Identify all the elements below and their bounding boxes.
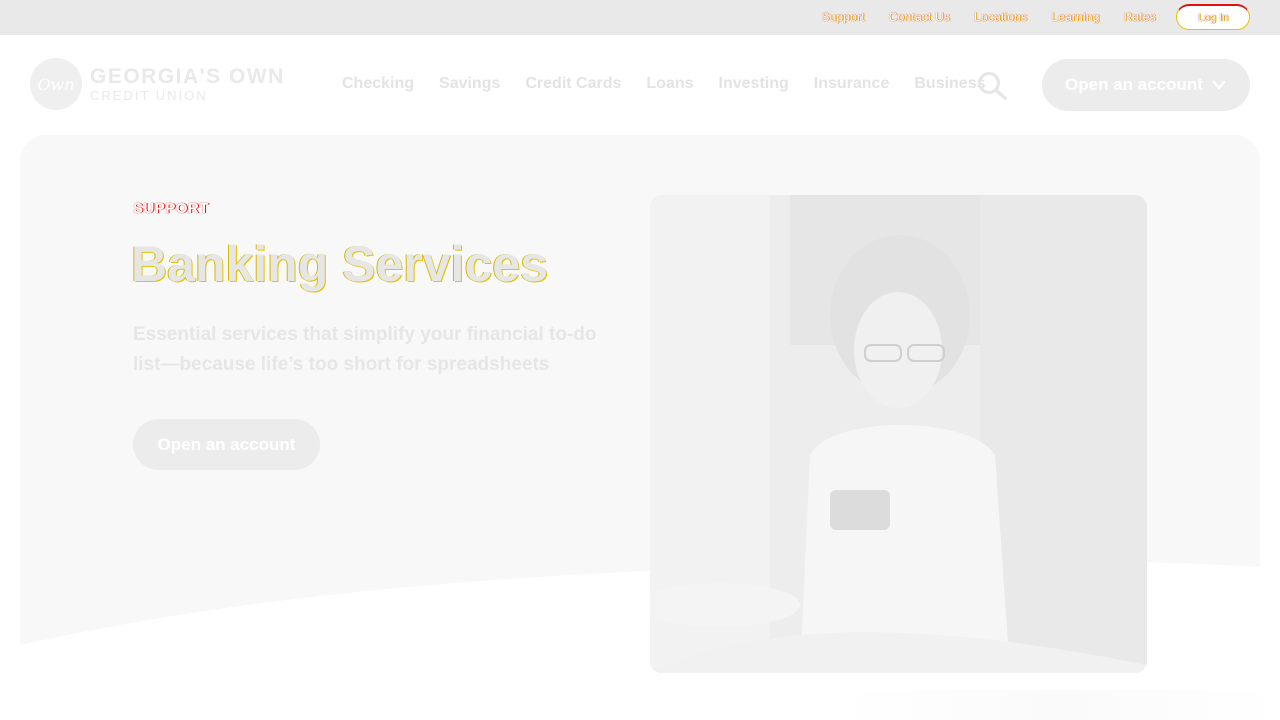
logo-mark: Own bbox=[30, 58, 82, 110]
utility-link-support[interactable]: Support bbox=[821, 10, 864, 24]
chevron-down-icon bbox=[1212, 80, 1226, 90]
logo-text: GEORGIA'S OWN CREDIT UNION bbox=[90, 66, 285, 102]
utility-link-locations[interactable]: Locations bbox=[974, 10, 1027, 24]
open-account-label: Open an account bbox=[1065, 75, 1203, 94]
utility-link-rates[interactable]: Rates bbox=[1124, 10, 1156, 24]
nav-item-savings[interactable]: Savings bbox=[439, 75, 500, 93]
bottom-fade bbox=[840, 690, 1280, 720]
open-account-dropdown-button[interactable]: Open an account bbox=[1042, 59, 1250, 111]
utility-link-learning[interactable]: Learning bbox=[1051, 10, 1099, 24]
utility-bar: Support Contact Us Locations Learning Ra… bbox=[0, 0, 1280, 35]
nav-item-loans[interactable]: Loans bbox=[646, 75, 693, 93]
nav-item-checking[interactable]: Checking bbox=[342, 75, 414, 93]
nav-item-business[interactable]: Business bbox=[914, 75, 985, 93]
logo-name: GEORGIA'S OWN bbox=[90, 65, 285, 88]
search-icon bbox=[978, 72, 1007, 100]
nav-item-insurance[interactable]: Insurance bbox=[814, 75, 890, 93]
utility-link-contact[interactable]: Contact Us bbox=[889, 10, 950, 24]
search-button[interactable] bbox=[976, 71, 1008, 101]
brand-logo[interactable]: Own GEORGIA'S OWN CREDIT UNION bbox=[30, 58, 285, 110]
nav-item-credit-cards[interactable]: Credit Cards bbox=[525, 75, 621, 93]
main-header: Own GEORGIA'S OWN CREDIT UNION Checking … bbox=[0, 35, 1280, 135]
hero-description: Essential services that simplify your fi… bbox=[133, 324, 597, 375]
hero-photo-woman-using-phone bbox=[650, 195, 1147, 673]
hero-open-account-button[interactable]: Open an account bbox=[133, 419, 320, 470]
login-button[interactable]: Log In bbox=[1176, 4, 1250, 30]
hero-eyebrow: SUPPORT bbox=[133, 200, 210, 217]
page-title: Banking Services bbox=[131, 236, 548, 292]
logo-subtitle: CREDIT UNION bbox=[90, 88, 208, 103]
primary-nav: Checking Savings Credit Cards Loans Inve… bbox=[342, 75, 1011, 93]
nav-item-investing[interactable]: Investing bbox=[719, 75, 789, 93]
hero-photo-illustration bbox=[650, 195, 1147, 673]
utility-links: Support Contact Us Locations Learning Ra… bbox=[797, 4, 1250, 30]
